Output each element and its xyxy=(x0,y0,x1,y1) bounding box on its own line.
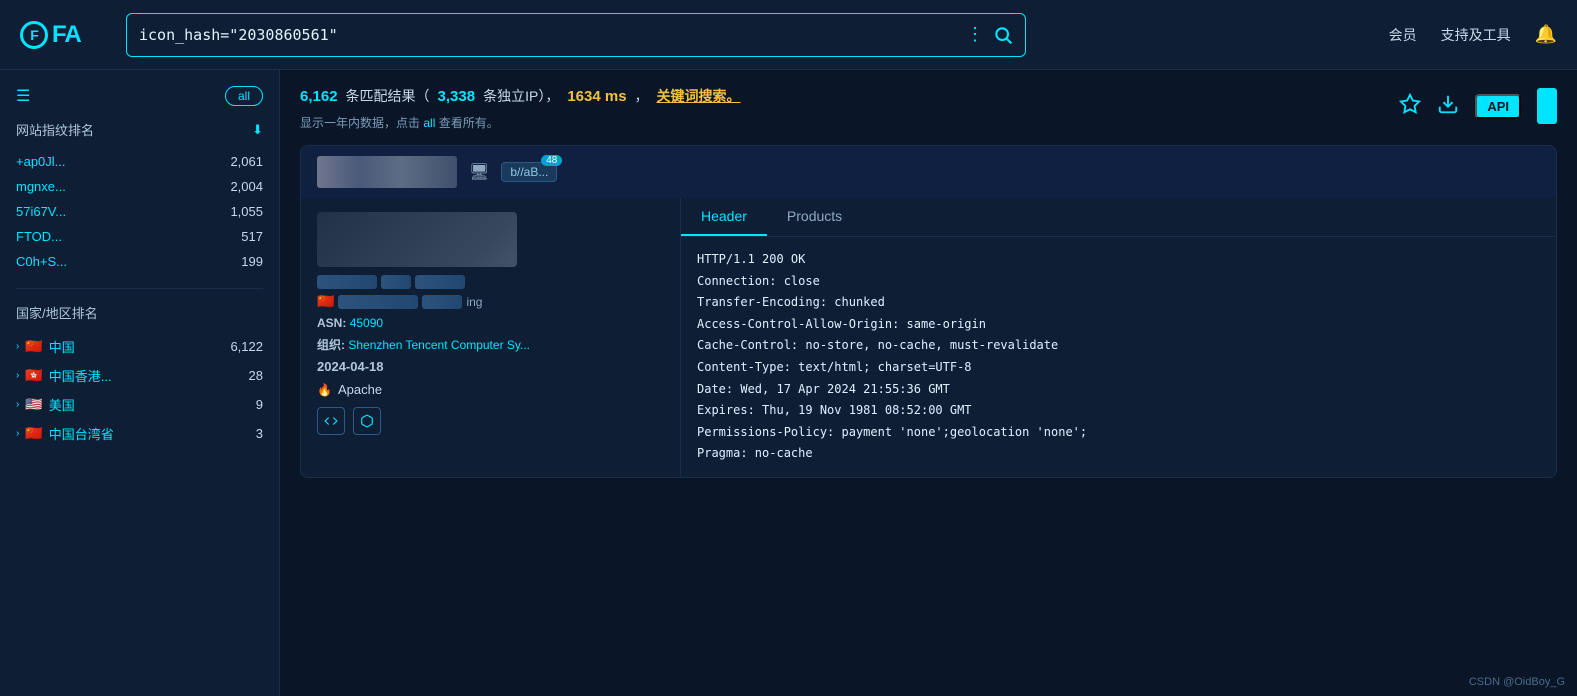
header: F FA ⋮ 会员 支持及工具 🔔 xyxy=(0,0,1577,70)
blur-url-1 xyxy=(317,275,377,289)
results-header: 6,162 条匹配结果（ 3,338 条独立IP）， 1634 ms ， 关键词… xyxy=(300,86,741,106)
toggle-button[interactable] xyxy=(1537,88,1557,124)
card-action-icons xyxy=(317,407,664,435)
tab-products[interactable]: Products xyxy=(767,198,862,236)
member-link[interactable]: 会员 xyxy=(1389,25,1417,45)
asn-row: ASN: 45090 xyxy=(317,316,664,330)
results-area: 6,162 条匹配结果（ 3,338 条独立IP）， 1634 ms ， 关键词… xyxy=(280,70,1577,696)
result-card: 🖥 b//aB... 48 🇨🇳 xyxy=(300,145,1557,478)
header-content: HTTP/1.1 200 OKConnection: closeTransfer… xyxy=(681,237,1556,477)
card-right: Header Products HTTP/1.1 200 OKConnectio… xyxy=(681,198,1556,477)
header-right: 会员 支持及工具 🔔 xyxy=(1389,24,1557,45)
blur-text-1 xyxy=(338,295,418,309)
sidebar-filter-header: ☰ all xyxy=(16,86,263,106)
notification-bell-icon[interactable]: 🔔 xyxy=(1535,24,1557,45)
monitor-icon: 🖥 xyxy=(469,162,489,182)
header-line: Expires: Thu, 19 Nov 1981 08:52:00 GMT xyxy=(697,400,1540,422)
fingerprint-list: +ap0Jl...2,061mgnxe...2,00457i67V...1,05… xyxy=(16,149,263,274)
sidebar-fingerprint-item[interactable]: mgnxe...2,004 xyxy=(16,174,263,199)
card-tag[interactable]: b//aB... 48 xyxy=(501,162,557,182)
filter-icon[interactable]: ☰ xyxy=(16,86,30,106)
results-subtext: 显示一年内数据，点击 all 查看所有。 xyxy=(300,114,741,131)
asn-value[interactable]: 45090 xyxy=(350,316,383,330)
watermark: CSDN @OidBoy_G xyxy=(1469,676,1565,688)
header-line: Access-Control-Allow-Origin: same-origin xyxy=(697,314,1540,336)
results-ip-count: 3,338 xyxy=(438,88,476,105)
header-line: Connection: close xyxy=(697,271,1540,293)
section-divider xyxy=(16,288,263,289)
sidebar-fingerprint-item[interactable]: +ap0Jl...2,061 xyxy=(16,149,263,174)
logo-text: FA xyxy=(52,21,81,49)
country-section-title: 国家/地区排名 xyxy=(16,303,263,322)
card-url-row2: 🇨🇳 ing xyxy=(317,293,664,310)
results-top-actions: API xyxy=(1399,86,1557,124)
card-tabs: Header Products xyxy=(681,198,1556,237)
search-input[interactable] xyxy=(139,26,958,44)
sidebar-fingerprint-item[interactable]: FTOD...517 xyxy=(16,224,263,249)
main-layout: ☰ all 网站指纹排名 ⬇ +ap0Jl...2,061mgnxe...2,0… xyxy=(0,70,1577,696)
logo-circle: F xyxy=(20,21,48,49)
sidebar-country-item[interactable]: ›🇭🇰中国香港...28 xyxy=(16,361,263,390)
results-summary: 6,162 条匹配结果（ 3,338 条独立IP）， 1634 ms ， 关键词… xyxy=(300,86,741,145)
header-line: Cache-Control: no-store, no-cache, must-… xyxy=(697,335,1540,357)
support-tools-link[interactable]: 支持及工具 xyxy=(1441,25,1511,45)
funnel-icon[interactable]: ⬇ xyxy=(252,122,263,138)
card-date: 2024-04-18 xyxy=(317,359,664,374)
results-ms-label: ， xyxy=(635,86,649,106)
tag-badge: 48 xyxy=(541,155,562,166)
cube-icon-btn[interactable] xyxy=(353,407,381,435)
logo: F FA xyxy=(20,21,110,49)
sidebar: ☰ all 网站指纹排名 ⬇ +ap0Jl...2,061mgnxe...2,0… xyxy=(0,70,280,696)
sidebar-country-item[interactable]: ›🇺🇸美国9 xyxy=(16,390,263,419)
country-list: ›🇨🇳中国6,122›🇭🇰中国香港...28›🇺🇸美国9›🇨🇳中国台湾省3 xyxy=(16,332,263,448)
card-top-bar: 🖥 b//aB... 48 xyxy=(301,146,1556,198)
card-tech-row: 🔥 Apache xyxy=(317,382,664,397)
header-line: Date: Wed, 17 Apr 2024 21:55:36 GMT xyxy=(697,379,1540,401)
sidebar-country-item[interactable]: ›🇨🇳中国6,122 xyxy=(16,332,263,361)
api-button[interactable]: API xyxy=(1475,94,1521,119)
sidebar-country-item[interactable]: ›🇨🇳中国台湾省3 xyxy=(16,419,263,448)
header-line: Pragma: no-cache xyxy=(697,443,1540,465)
blur-url-3 xyxy=(415,275,465,289)
tech-label[interactable]: Apache xyxy=(338,382,382,397)
url-suffix: ing xyxy=(466,295,482,309)
all-data-link[interactable]: all xyxy=(423,116,435,130)
results-count-label: 条匹配结果（ xyxy=(346,86,430,106)
header-line: Content-Type: text/html; charset=UTF-8 xyxy=(697,357,1540,379)
card-body: 🇨🇳 ing ASN: 45090 组织: Shenzhen Tencent C xyxy=(301,198,1556,477)
sidebar-fingerprint-item[interactable]: C0h+S...199 xyxy=(16,249,263,274)
country-flag: 🇨🇳 xyxy=(317,293,334,310)
tab-header[interactable]: Header xyxy=(681,198,767,236)
blur-url-2 xyxy=(381,275,411,289)
search-bar: ⋮ xyxy=(126,13,1026,57)
results-ms: 1634 ms xyxy=(567,88,626,105)
results-ip-label: 条独立IP）， xyxy=(483,86,559,106)
results-count: 6,162 xyxy=(300,88,338,105)
results-top-row: 6,162 条匹配结果（ 3,338 条独立IP）， 1634 ms ， 关键词… xyxy=(300,86,1557,145)
code-icon-btn[interactable] xyxy=(317,407,345,435)
star-button[interactable] xyxy=(1399,93,1421,120)
fingerprint-section-title: 网站指纹排名 ⬇ xyxy=(16,120,263,139)
download-button[interactable] xyxy=(1437,93,1459,120)
header-line: HTTP/1.1 200 OK xyxy=(697,249,1540,271)
blur-text-2 xyxy=(422,295,462,309)
card-left: 🇨🇳 ing ASN: 45090 组织: Shenzhen Tencent C xyxy=(301,198,681,477)
search-button[interactable] xyxy=(993,25,1013,45)
org-row: 组织: Shenzhen Tencent Computer Sy... xyxy=(317,336,664,353)
all-badge[interactable]: all xyxy=(225,86,263,106)
card-url-blur xyxy=(317,275,664,289)
search-options-icon[interactable]: ⋮ xyxy=(966,24,985,45)
header-line: Transfer-Encoding: chunked xyxy=(697,292,1540,314)
screenshot-preview xyxy=(317,156,457,188)
org-value[interactable]: Shenzhen Tencent Computer Sy... xyxy=(348,338,530,352)
sidebar-fingerprint-item[interactable]: 57i67V...1,055 xyxy=(16,199,263,224)
header-line: Permissions-Policy: payment 'none';geolo… xyxy=(697,422,1540,444)
keyword-search-link[interactable]: 关键词搜索。 xyxy=(657,86,741,106)
card-preview-image xyxy=(317,212,517,267)
apache-icon: 🔥 xyxy=(317,383,332,397)
